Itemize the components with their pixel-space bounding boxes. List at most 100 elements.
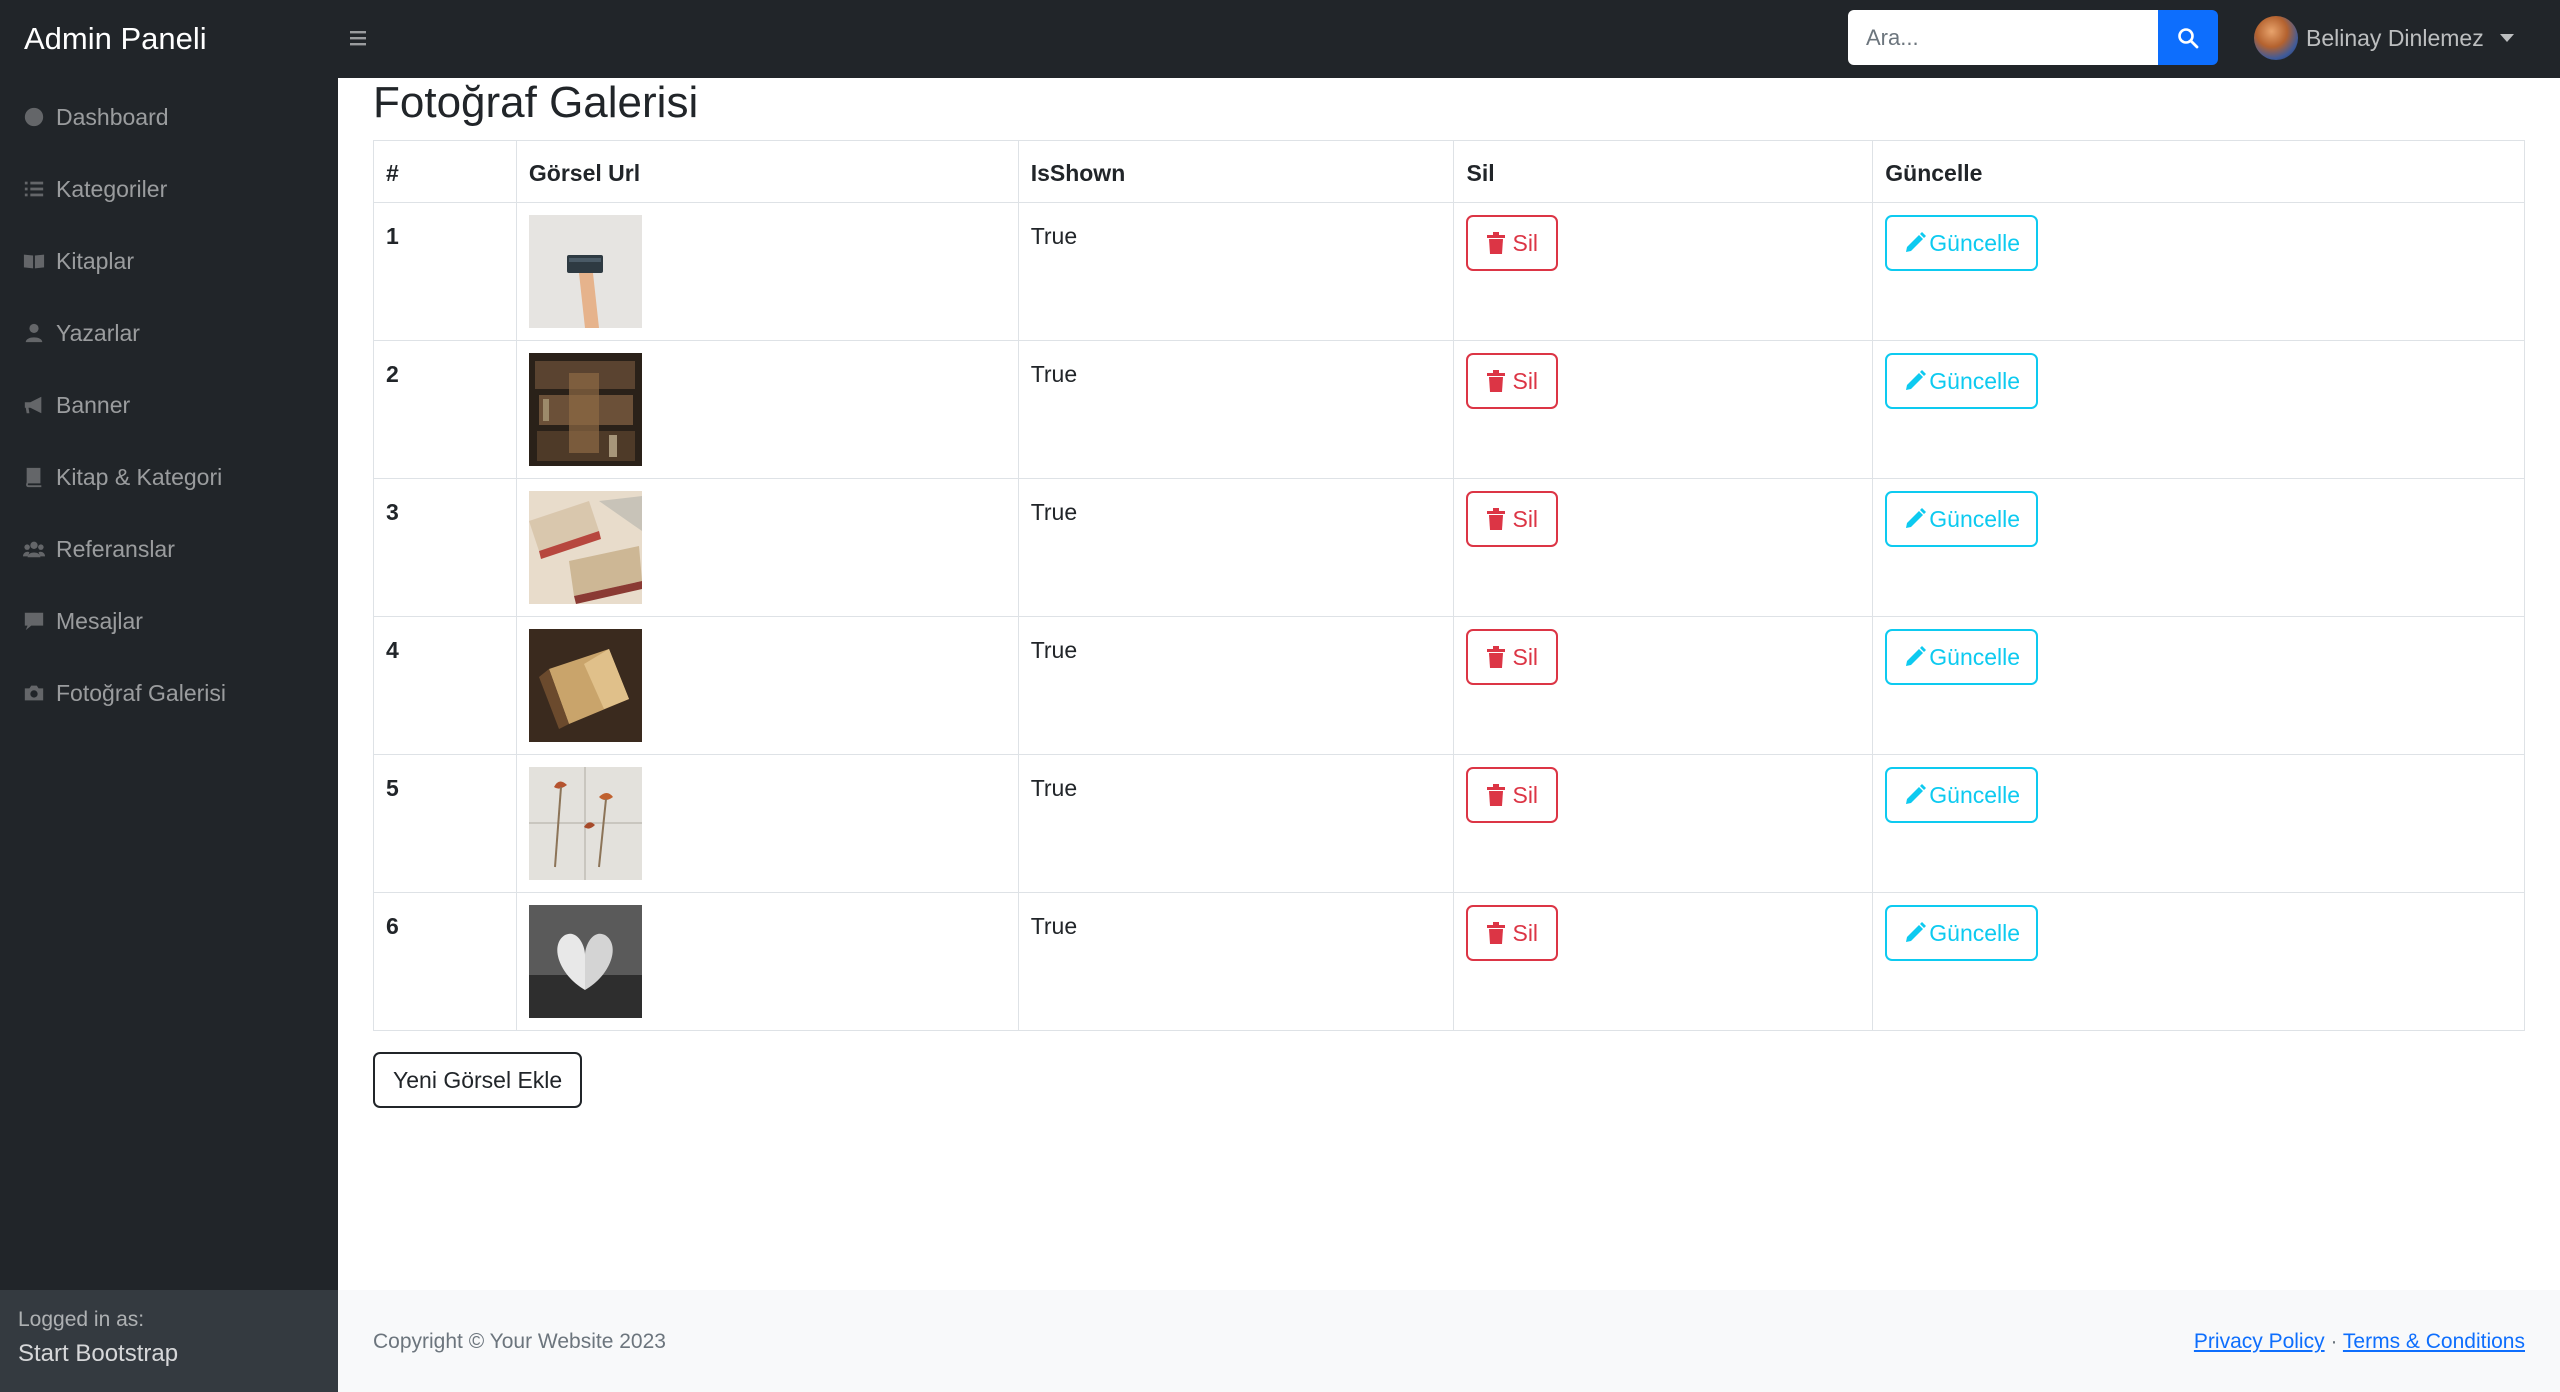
sidebar-item-mesajlar[interactable]: Mesajlar xyxy=(0,593,338,649)
sidebar-item-kitaplar[interactable]: Kitaplar xyxy=(0,233,338,289)
is-shown-value: True xyxy=(1017,754,1455,893)
trash-icon xyxy=(1487,784,1506,806)
pencil-icon xyxy=(1906,508,1927,528)
delete-cell: Sil xyxy=(1453,340,1874,479)
user-icon xyxy=(22,321,46,345)
link-separator: · xyxy=(2330,1330,2338,1353)
delete-button[interactable]: Sil xyxy=(1466,767,1559,823)
gallery-image xyxy=(528,905,642,1018)
trash-icon xyxy=(1487,232,1506,254)
row-id: 6 xyxy=(373,892,517,1031)
pencil-icon xyxy=(1906,232,1927,252)
row-id: 5 xyxy=(373,754,517,893)
delete-button[interactable]: Sil xyxy=(1466,905,1559,961)
delete-button[interactable]: Sil xyxy=(1466,629,1559,685)
sidebar-item-label: Dashboard xyxy=(56,103,169,130)
pencil-icon xyxy=(1906,370,1927,390)
image-cell xyxy=(515,340,1019,479)
bullhorn-icon xyxy=(22,393,46,417)
sidebar-item-label: Fotoğraf Galerisi xyxy=(56,679,227,706)
column-header-number: # xyxy=(373,140,517,203)
sidebar-item-fotograf-galerisi[interactable]: Fotoğraf Galerisi xyxy=(0,665,338,721)
image-cell xyxy=(515,478,1019,617)
delete-cell: Sil xyxy=(1453,892,1874,1031)
update-cell: Güncelle xyxy=(1872,340,2525,479)
sidebar-toggle-icon[interactable] xyxy=(348,24,372,52)
sidebar-item-label: Kitaplar xyxy=(56,247,134,274)
table-row: 4 True Sil Güncelle xyxy=(373,616,2525,755)
update-button[interactable]: Güncelle xyxy=(1885,353,2039,409)
search-button[interactable] xyxy=(2158,10,2218,65)
terms-conditions-link[interactable]: Terms & Conditions xyxy=(2343,1330,2525,1353)
sidebar-item-kategoriler[interactable]: Kategoriler xyxy=(0,161,338,217)
brand-title[interactable]: Admin Paneli xyxy=(24,0,207,78)
sidebar-item-label: Mesajlar xyxy=(56,607,143,634)
table-row: 6 True Sil Güncelle xyxy=(373,892,2525,1031)
list-icon xyxy=(22,177,46,201)
footer: Copyright © Your Website 2023 Privacy Po… xyxy=(338,1290,2560,1392)
page-title: Fotoğraf Galerisi xyxy=(373,78,699,127)
logged-in-name: Start Bootstrap xyxy=(18,1340,179,1367)
delete-button[interactable]: Sil xyxy=(1466,215,1559,271)
gallery-image xyxy=(528,767,642,880)
is-shown-value: True xyxy=(1017,202,1455,341)
camera-icon xyxy=(22,681,46,705)
update-cell: Güncelle xyxy=(1872,616,2525,755)
sidebar-item-kitap-kategori[interactable]: Kitap & Kategori xyxy=(0,449,338,505)
update-button[interactable]: Güncelle xyxy=(1885,491,2039,547)
trash-icon xyxy=(1487,370,1506,392)
image-cell xyxy=(515,202,1019,341)
trash-icon xyxy=(1487,508,1506,530)
sidebar-item-banner[interactable]: Banner xyxy=(0,377,338,433)
privacy-policy-link[interactable]: Privacy Policy xyxy=(2194,1330,2325,1353)
search-input[interactable] xyxy=(1848,10,2158,65)
update-button[interactable]: Güncelle xyxy=(1885,905,2039,961)
search-icon xyxy=(2178,27,2199,48)
dashboard-icon xyxy=(22,105,46,129)
delete-button[interactable]: Sil xyxy=(1466,353,1559,409)
trash-icon xyxy=(1487,646,1506,668)
update-cell: Güncelle xyxy=(1872,754,2525,893)
sidebar-item-label: Kitap & Kategori xyxy=(56,463,223,490)
gallery-table: # Görsel Url IsShown Sil Güncelle 1 True… xyxy=(373,140,2525,1031)
sidebar-item-yazarlar[interactable]: Yazarlar xyxy=(0,305,338,361)
user-name: Belinay Dinlemez xyxy=(2306,24,2484,51)
sidebar-item-dashboard[interactable]: Dashboard xyxy=(0,89,338,145)
sidebar-item-referanslar[interactable]: Referanslar xyxy=(0,521,338,577)
sidebar-item-label: Kategoriler xyxy=(56,175,168,202)
delete-button[interactable]: Sil xyxy=(1466,491,1559,547)
sidebar: Dashboard Kategoriler Kitaplar Yazarlar … xyxy=(0,78,338,1392)
gallery-image xyxy=(528,353,642,466)
update-button[interactable]: Güncelle xyxy=(1885,767,2039,823)
sidebar-item-label: Referanslar xyxy=(56,535,175,562)
update-cell: Güncelle xyxy=(1872,892,2525,1031)
users-icon xyxy=(22,537,46,561)
user-dropdown[interactable]: Belinay Dinlemez xyxy=(2254,14,2514,62)
footer-links: Privacy Policy · Terms & Conditions xyxy=(2194,1330,2525,1354)
search-form xyxy=(1848,10,2218,65)
row-id: 3 xyxy=(373,478,517,617)
row-id: 2 xyxy=(373,340,517,479)
book-icon xyxy=(22,465,46,489)
trash-icon xyxy=(1487,922,1506,944)
column-header-delete: Sil xyxy=(1453,140,1874,203)
sidebar-item-label: Banner xyxy=(56,391,131,418)
row-id: 4 xyxy=(373,616,517,755)
update-cell: Güncelle xyxy=(1872,478,2525,617)
update-button[interactable]: Güncelle xyxy=(1885,215,2039,271)
avatar xyxy=(2254,16,2298,60)
row-id: 1 xyxy=(373,202,517,341)
update-button[interactable]: Güncelle xyxy=(1885,629,2039,685)
is-shown-value: True xyxy=(1017,478,1455,617)
update-cell: Güncelle xyxy=(1872,202,2525,341)
delete-cell: Sil xyxy=(1453,616,1874,755)
column-header-update: Güncelle xyxy=(1872,140,2525,203)
is-shown-value: True xyxy=(1017,892,1455,1031)
is-shown-value: True xyxy=(1017,616,1455,755)
add-image-button[interactable]: Yeni Görsel Ekle xyxy=(373,1052,583,1108)
delete-cell: Sil xyxy=(1453,754,1874,893)
table-row: 2 True Sil Güncelle xyxy=(373,340,2525,479)
pencil-icon xyxy=(1906,646,1927,666)
image-cell xyxy=(515,892,1019,1031)
sidebar-item-label: Yazarlar xyxy=(56,319,140,346)
